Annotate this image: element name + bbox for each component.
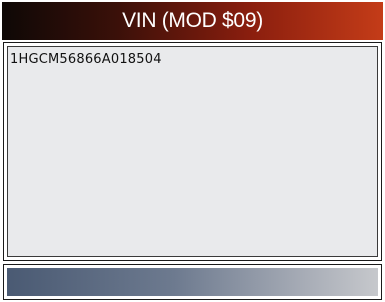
status-frame: [3, 264, 382, 300]
title-bar: VIN (MOD $09): [2, 2, 383, 40]
scan-tool-screen: VIN (MOD $09) 1HGCM56866A018504: [0, 0, 385, 302]
content-frame: 1HGCM56866A018504: [3, 42, 382, 261]
screen-title: VIN (MOD $09): [122, 9, 263, 32]
vin-display-panel: 1HGCM56866A018504: [7, 46, 378, 257]
vin-value: 1HGCM56866A018504: [10, 52, 162, 67]
status-bar: [7, 268, 378, 296]
